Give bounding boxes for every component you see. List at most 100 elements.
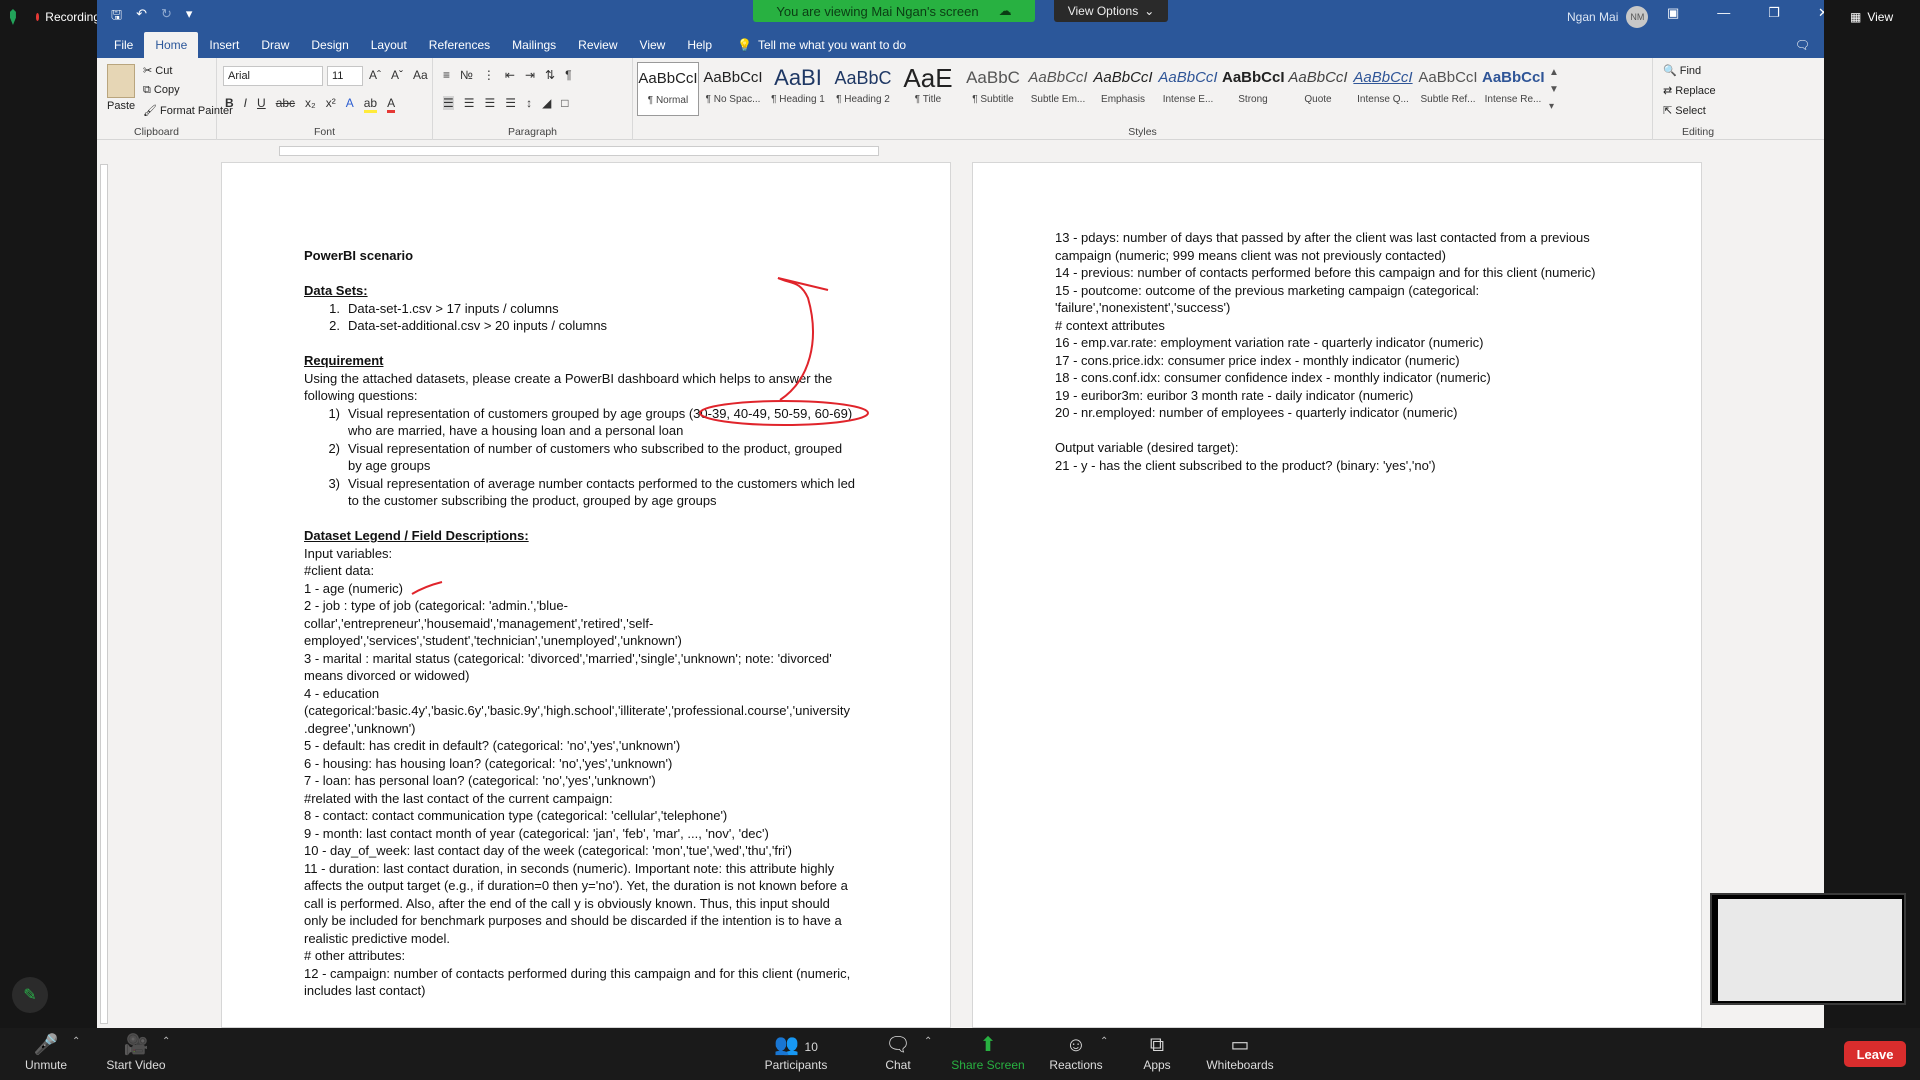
zoom-view-button[interactable]: ▦ View — [1850, 4, 1920, 30]
text-effects-icon[interactable]: A — [346, 96, 354, 113]
pilcrow-icon[interactable]: ¶ — [565, 68, 571, 82]
style-subtle-emphasis[interactable]: AaBbCcI Subtle Em... — [1027, 62, 1089, 116]
copy-button[interactable]: ⧉ Copy — [143, 84, 180, 97]
whiteboards-button[interactable]: ▭ Whiteboards — [1200, 1032, 1280, 1072]
find-button[interactable]: 🔍 Find — [1663, 64, 1701, 77]
numbering-icon[interactable]: № — [460, 68, 473, 82]
tab-mailings[interactable]: Mailings — [501, 32, 567, 58]
align-right-icon[interactable]: ☰ — [485, 96, 496, 110]
style-no-spacing[interactable]: AaBbCcI ¶ No Spac... — [702, 62, 764, 116]
line-spacing-icon[interactable]: ↕ — [526, 96, 532, 110]
grow-font-icon[interactable]: Aˆ — [369, 68, 381, 82]
style-heading-2[interactable]: AaBbC ¶ Heading 2 — [832, 62, 894, 116]
chevron-up-icon[interactable]: ⌃ — [924, 1036, 932, 1047]
shading-icon[interactable]: ◢ — [542, 96, 551, 110]
style-subtitle[interactable]: AaBbC ¶ Subtitle — [962, 62, 1024, 116]
tab-insert[interactable]: Insert — [198, 32, 250, 58]
tab-draw[interactable]: Draw — [250, 32, 300, 58]
font-size-select[interactable]: 11 — [327, 66, 363, 86]
tab-view[interactable]: View — [629, 32, 677, 58]
style-normal[interactable]: AaBbCcI ¶ Normal — [637, 62, 699, 116]
legend-line: 6 - housing: has housing loan? (categori… — [304, 755, 673, 771]
paragraph-group-label: Paragraph — [507, 126, 558, 138]
reactions-button[interactable]: ☺ Reactions — [1046, 1032, 1106, 1072]
horizontal-ruler[interactable] — [209, 144, 1824, 156]
styles-scroll[interactable]: ▲ ▼ ▾ — [1549, 64, 1559, 115]
shrink-font-icon[interactable]: Aˇ — [391, 68, 403, 82]
change-case-icon[interactable]: Aa — [413, 68, 428, 82]
leave-button[interactable]: Leave — [1844, 1041, 1906, 1067]
minimize-icon[interactable]: — — [1717, 5, 1730, 21]
user-account[interactable]: Ngan Mai NM — [1567, 6, 1649, 28]
italic-icon[interactable]: I — [244, 96, 247, 113]
find-label: Find — [1679, 65, 1702, 77]
cut-button[interactable]: ✂ Cut — [143, 64, 172, 77]
view-options-button[interactable]: View Options ⌄ — [1054, 0, 1168, 22]
font-color-icon[interactable]: A — [387, 96, 396, 113]
subscript-icon[interactable]: x₂ — [305, 96, 316, 113]
undo-icon[interactable]: ↶ — [136, 6, 147, 28]
bullets-icon[interactable]: ≡ — [443, 68, 450, 82]
close-icon[interactable]: ✕ — [1818, 5, 1824, 21]
participants-button[interactable]: 👥 10 Participants — [756, 1032, 836, 1072]
style-title[interactable]: AaE ¶ Title — [897, 62, 959, 116]
font-name-select[interactable]: Arial — [223, 66, 323, 86]
sort-icon[interactable]: ⇅ — [545, 68, 555, 82]
style-preview: AaBbCcI — [1353, 69, 1413, 86]
chat-label: Chat — [885, 1058, 911, 1072]
self-view-thumbnail[interactable] — [1710, 893, 1906, 1005]
multilevel-list-icon[interactable]: ⋮ — [483, 68, 495, 82]
chevron-up-icon[interactable]: ⌃ — [72, 1036, 80, 1047]
underline-icon[interactable]: U — [257, 96, 266, 113]
align-center-icon[interactable]: ☰ — [464, 96, 475, 110]
redo-icon[interactable]: ↻ — [161, 6, 172, 28]
customize-qat-icon[interactable]: ▾ — [186, 6, 193, 28]
paste-button[interactable]: Paste — [107, 100, 135, 112]
style-intense-emphasis[interactable]: AaBbCcI Intense E... — [1157, 62, 1219, 116]
document-page-1[interactable]: PowerBI scenario Data Sets: 1. Data-set-1… — [221, 162, 951, 1028]
bold-icon[interactable]: B — [225, 96, 234, 113]
tell-me-search[interactable]: Tell me what you want to do — [758, 32, 906, 58]
comments-icon[interactable]: 🗨 — [1795, 32, 1810, 58]
tab-layout[interactable]: Layout — [360, 32, 418, 58]
document-page-2[interactable]: 13 - pdays: number of days that passed b… — [972, 162, 1702, 1028]
style-subtle-reference[interactable]: AaBbCcI Subtle Ref... — [1417, 62, 1479, 116]
decrease-indent-icon[interactable]: ⇤ — [505, 68, 515, 82]
vertical-ruler[interactable] — [97, 156, 111, 1028]
style-quote[interactable]: AaBbCcI Quote — [1287, 62, 1349, 116]
save-icon[interactable]: 🖫 — [111, 6, 122, 28]
style-strong[interactable]: AaBbCcI Strong — [1222, 62, 1284, 116]
page2-line: campaign (numeric; 999 means client was … — [1055, 247, 1446, 263]
lightbulb-icon: 💡 — [737, 38, 752, 52]
borders-icon[interactable]: □ — [561, 96, 568, 110]
align-left-icon[interactable]: ☰ — [443, 96, 454, 110]
style-heading-1[interactable]: AaBI ¶ Heading 1 — [767, 62, 829, 116]
unmute-button[interactable]: 🎤 Unmute — [18, 1032, 74, 1072]
tab-help[interactable]: Help — [676, 32, 723, 58]
strikethrough-icon[interactable]: abc — [276, 96, 295, 113]
superscript-icon[interactable]: x² — [326, 96, 336, 113]
chat-button[interactable]: 🗨 Chat — [878, 1032, 918, 1072]
ribbon-display-icon[interactable]: ▣ — [1667, 5, 1679, 21]
apps-button[interactable]: ⧉ Apps — [1140, 1032, 1174, 1072]
style-intense-quote[interactable]: AaBbCcI Intense Q... — [1352, 62, 1414, 116]
style-emphasis[interactable]: AaBbCcI Emphasis — [1092, 62, 1154, 116]
justify-icon[interactable]: ☰ — [505, 96, 516, 110]
paste-icon[interactable] — [107, 64, 135, 98]
share-screen-button[interactable]: ⬆ Share Screen — [948, 1032, 1028, 1072]
page2-line: 14 - previous: number of contacts perfor… — [1055, 265, 1596, 280]
highlight-icon[interactable]: ab — [363, 96, 378, 113]
tab-file[interactable]: File — [103, 32, 144, 58]
tab-design[interactable]: Design — [300, 32, 359, 58]
chevron-up-icon[interactable]: ⌃ — [162, 1036, 170, 1047]
tab-references[interactable]: References — [418, 32, 501, 58]
annotate-pencil-icon[interactable]: ✎ — [12, 977, 48, 1013]
chevron-up-icon[interactable]: ⌃ — [1100, 1036, 1108, 1047]
increase-indent-icon[interactable]: ⇥ — [525, 68, 535, 82]
tab-home[interactable]: Home — [144, 32, 199, 58]
select-button[interactable]: ⇱ Select — [1663, 104, 1706, 117]
tab-review[interactable]: Review — [567, 32, 628, 58]
replace-button[interactable]: ⇄ Replace — [1663, 84, 1716, 97]
style-intense-reference[interactable]: AaBbCcI Intense Re... — [1482, 62, 1544, 116]
maximize-icon[interactable]: ❐ — [1768, 5, 1780, 21]
